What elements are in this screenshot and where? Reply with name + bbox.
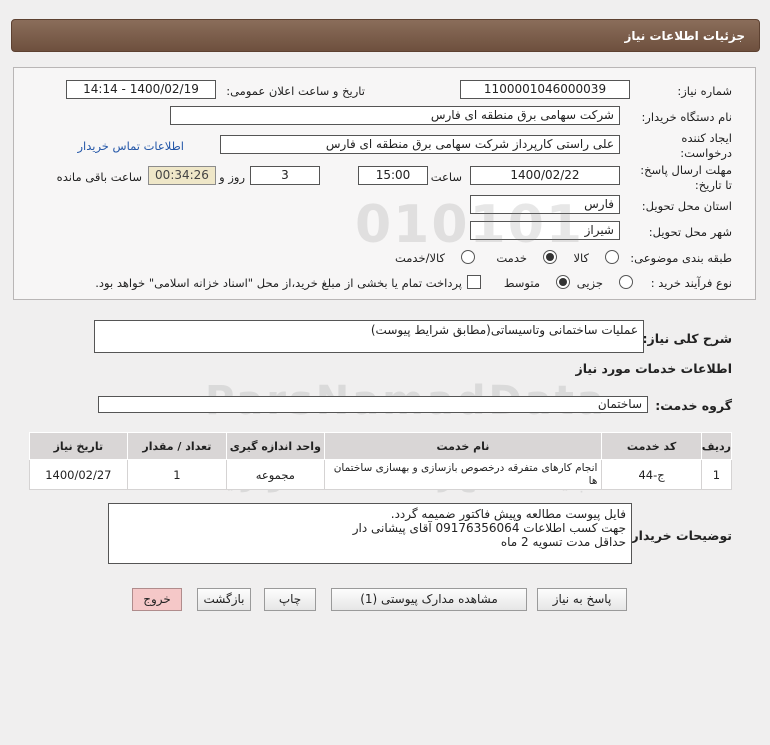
category-radio-service[interactable]	[543, 250, 557, 264]
row-code: ج-44	[601, 459, 702, 490]
category-option-goods-service: کالا/خدمت	[394, 251, 445, 265]
service-group-label: گروه خدمت:	[655, 398, 732, 413]
contact-buyer-link[interactable]: اطلاعات تماس خریدار	[77, 139, 184, 153]
col-unit-header: واحد اندازه گیری	[226, 432, 325, 460]
buyer-note-line: حداقل مدت تسویه 2 ماه	[500, 535, 626, 549]
exit-button[interactable]: خروج	[132, 588, 182, 611]
deadline-date-field: 1400/02/22	[470, 166, 620, 185]
province-field: فارس	[470, 195, 620, 214]
creator-field: علی راستی کارپرداز شرکت سهامی برق منطقه …	[220, 135, 620, 154]
creator-label-1: ایجاد کننده	[681, 131, 732, 145]
deadline-time-field: 15:00	[358, 166, 428, 185]
time-label: ساعت	[430, 170, 462, 184]
buyer-note-line: جهت کسب اطلاعات 09176356064 آقای پیشانی …	[352, 521, 626, 535]
process-label: نوع فرآیند خرید :	[650, 276, 732, 290]
row-date: 1400/02/27	[29, 459, 128, 490]
col-date-header: تاریخ نیاز	[29, 432, 128, 460]
buyer-note-line: فایل پیوست مطالعه وپیش فاکتور ضمیمه گردد…	[390, 507, 626, 521]
deadline-label-2: تا تاریخ:	[694, 178, 732, 192]
city-field: شیراز	[470, 221, 620, 240]
province-label: استان محل تحویل:	[641, 199, 732, 213]
days-field: 3	[250, 166, 320, 185]
announce-label: تاریخ و ساعت اعلان عمومی:	[226, 84, 365, 98]
days-label: روز و	[219, 170, 245, 184]
category-label: طبقه بندی موضوعی:	[630, 251, 732, 265]
col-index-header: ردیف	[700, 432, 733, 460]
treasury-payment-checkbox[interactable]	[467, 275, 481, 289]
category-option-goods: کالا	[573, 251, 589, 265]
process-option-medium: متوسط	[503, 276, 540, 290]
creator-label-2: درخواست:	[680, 146, 732, 160]
table-row: 1 ج-44 انجام کارهای متفرقه درخصوص بازساز…	[29, 459, 733, 490]
service-group-field: ساختمان	[98, 396, 648, 413]
summary-label: شرح کلی نیاز:	[642, 331, 732, 346]
need-number-label: شماره نیاز:	[677, 84, 732, 98]
buyer-org-field: شرکت سهامی برق منطقه ای فارس	[170, 106, 620, 125]
back-button[interactable]: بازگشت	[197, 588, 251, 611]
table-header-row: ردیف کد خدمت نام خدمت واحد اندازه گیری ت…	[29, 432, 733, 460]
process-option-minor: جزیی	[576, 276, 603, 290]
remaining-label: ساعت باقی مانده	[56, 170, 142, 184]
buyer-notes-field: فایل پیوست مطالعه وپیش فاکتور ضمیمه گردد…	[108, 503, 632, 564]
payment-note: پرداخت تمام یا بخشی از مبلغ خرید،از محل …	[95, 276, 462, 290]
col-code-header: کد خدمت	[601, 432, 702, 460]
services-table: ردیف کد خدمت نام خدمت واحد اندازه گیری ت…	[29, 432, 733, 490]
attachments-button[interactable]: مشاهده مدارک پیوستی (1)	[331, 588, 527, 611]
row-service-name: انجام کارهای متفرقه درخصوص بازسازی و بهس…	[323, 459, 603, 490]
col-qty-header: تعداد / مقدار	[126, 432, 228, 460]
col-name-header: نام خدمت	[323, 432, 603, 460]
need-number-field: 1100001046000039	[460, 80, 630, 99]
services-section-title: اطلاعات خدمات مورد نیاز	[575, 361, 733, 376]
announce-field: 1400/02/19 - 14:14	[66, 80, 216, 99]
category-radio-goods-service[interactable]	[461, 250, 475, 264]
buyer-org-label: نام دستگاه خریدار:	[641, 110, 732, 124]
city-label: شهر محل تحویل:	[648, 225, 732, 239]
category-option-service: خدمت	[496, 251, 527, 265]
category-radio-goods[interactable]	[605, 250, 619, 264]
page-title: جزئیات اطلاعات نیاز	[624, 29, 745, 43]
deadline-label-1: مهلت ارسال پاسخ:	[640, 163, 732, 177]
header-bar: جزئیات اطلاعات نیاز	[11, 19, 760, 52]
row-unit: مجموعه	[226, 459, 325, 490]
print-button[interactable]: چاپ	[264, 588, 316, 611]
buyer-notes-label: توضیحات خریدار:	[626, 528, 732, 543]
process-radio-minor[interactable]	[619, 275, 633, 289]
remaining-time-field: 00:34:26	[148, 166, 216, 185]
row-index: 1	[700, 459, 733, 490]
row-qty: 1	[126, 459, 228, 490]
summary-field: عملیات ساختمانی وتاسیساتی(مطابق شرایط پی…	[94, 320, 644, 353]
process-radio-medium[interactable]	[556, 275, 570, 289]
reply-button[interactable]: پاسخ به نیاز	[537, 588, 627, 611]
